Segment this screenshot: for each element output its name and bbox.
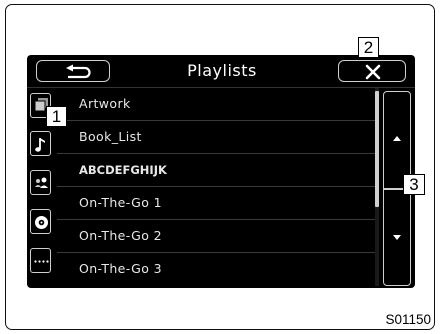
list-item[interactable]: On-The-Go 3 bbox=[57, 253, 377, 286]
list-item[interactable]: On-The-Go 1 bbox=[57, 187, 377, 220]
list-item[interactable]: ABCDEFGHIJK bbox=[57, 154, 377, 187]
sidebar-item-more[interactable] bbox=[30, 248, 51, 273]
sidebar-item-songs[interactable] bbox=[30, 131, 51, 156]
callout-label: 2 bbox=[358, 37, 379, 58]
back-button[interactable] bbox=[36, 60, 110, 82]
list-item[interactable]: Book_List bbox=[57, 121, 377, 154]
figure-reference-code: S01150 bbox=[385, 312, 431, 327]
artist-icon bbox=[35, 177, 48, 188]
page-title: Playlists bbox=[187, 61, 257, 80]
scroll-up-icon[interactable] bbox=[392, 135, 401, 141]
close-icon bbox=[365, 64, 381, 80]
back-arrow-icon bbox=[66, 64, 91, 79]
sidebar-item-artists[interactable] bbox=[30, 170, 51, 195]
list-item[interactable]: Artwork bbox=[57, 88, 377, 121]
close-button[interactable] bbox=[338, 60, 406, 82]
playlists-screen: Playlists Artwork Book_List ABCDEFGHIJK … bbox=[27, 55, 415, 288]
more-icon bbox=[34, 260, 49, 263]
sidebar-item-albums[interactable] bbox=[30, 209, 51, 234]
scroll-down-icon[interactable] bbox=[392, 234, 401, 240]
callout-label: 3 bbox=[403, 174, 425, 195]
callout-label: 1 bbox=[46, 106, 67, 127]
list-item[interactable]: On-The-Go 2 bbox=[57, 220, 377, 253]
disc-icon bbox=[35, 216, 48, 229]
music-note-icon bbox=[35, 138, 45, 152]
scrollbar-thumb[interactable] bbox=[375, 91, 379, 207]
